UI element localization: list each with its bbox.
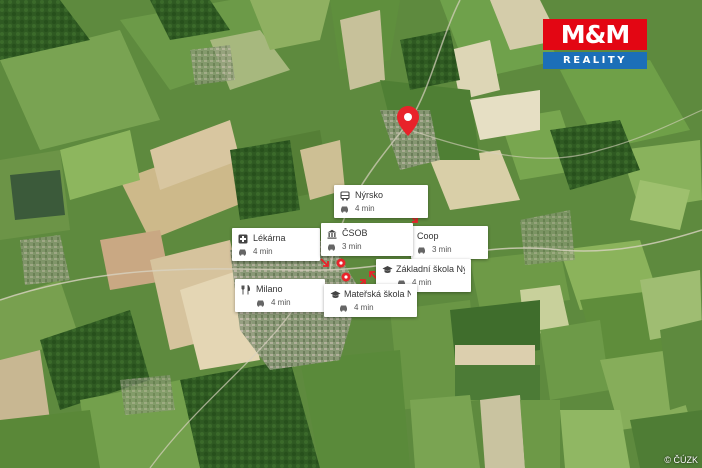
bank-icon bbox=[327, 228, 339, 239]
poi-time: 4 min bbox=[253, 247, 273, 256]
poi-time: 3 min bbox=[342, 242, 362, 251]
poi-card-lekarna[interactable]: Lékárna 4 min bbox=[232, 228, 320, 261]
pointer-arrow-icon bbox=[320, 258, 329, 267]
logo-subtitle: REALITY bbox=[543, 52, 647, 69]
pharmacy-cross-icon bbox=[238, 233, 250, 244]
poi-name: Mateřská škola N… bbox=[344, 289, 411, 299]
map-copyright: © ČÚZK bbox=[664, 455, 698, 465]
car-icon bbox=[327, 242, 339, 252]
poi-time: 4 min bbox=[355, 204, 375, 213]
poi-card-coop[interactable]: Coop 3 min bbox=[411, 226, 488, 259]
school-icon bbox=[330, 289, 341, 300]
poi-pin-icon[interactable] bbox=[341, 272, 351, 282]
poi-time: 4 min bbox=[354, 303, 374, 312]
poi-name: ČSOB bbox=[342, 228, 368, 238]
car-icon bbox=[256, 298, 268, 308]
poi-card-materska-skola[interactable]: Mateřská škola N… 4 min bbox=[324, 284, 417, 317]
poi-card-milano[interactable]: Milano 4 min bbox=[235, 279, 325, 312]
poi-card-csob[interactable]: ČSOB 3 min bbox=[321, 223, 413, 256]
car-icon bbox=[339, 303, 351, 313]
logo-brand: M&M bbox=[543, 19, 647, 50]
car-icon bbox=[238, 247, 250, 257]
poi-name: Základní škola Ný… bbox=[396, 264, 465, 274]
poi-name: Coop bbox=[417, 231, 439, 241]
poi-name: Nýrsko bbox=[355, 190, 384, 200]
bus-icon bbox=[340, 190, 352, 201]
property-location-pin-icon[interactable] bbox=[397, 106, 419, 136]
school-icon bbox=[382, 264, 393, 275]
poi-card-nyrsko[interactable]: Nýrsko 4 min bbox=[334, 185, 428, 218]
poi-name: Milano bbox=[256, 284, 283, 294]
poi-pin-icon[interactable] bbox=[336, 258, 346, 268]
mm-reality-logo: M&M REALITY bbox=[543, 19, 647, 69]
poi-name: Lékárna bbox=[253, 233, 286, 243]
car-icon bbox=[417, 245, 429, 255]
poi-time: 3 min bbox=[432, 245, 452, 254]
restaurant-icon bbox=[241, 284, 253, 295]
car-icon bbox=[340, 204, 352, 214]
poi-time: 4 min bbox=[271, 298, 291, 307]
